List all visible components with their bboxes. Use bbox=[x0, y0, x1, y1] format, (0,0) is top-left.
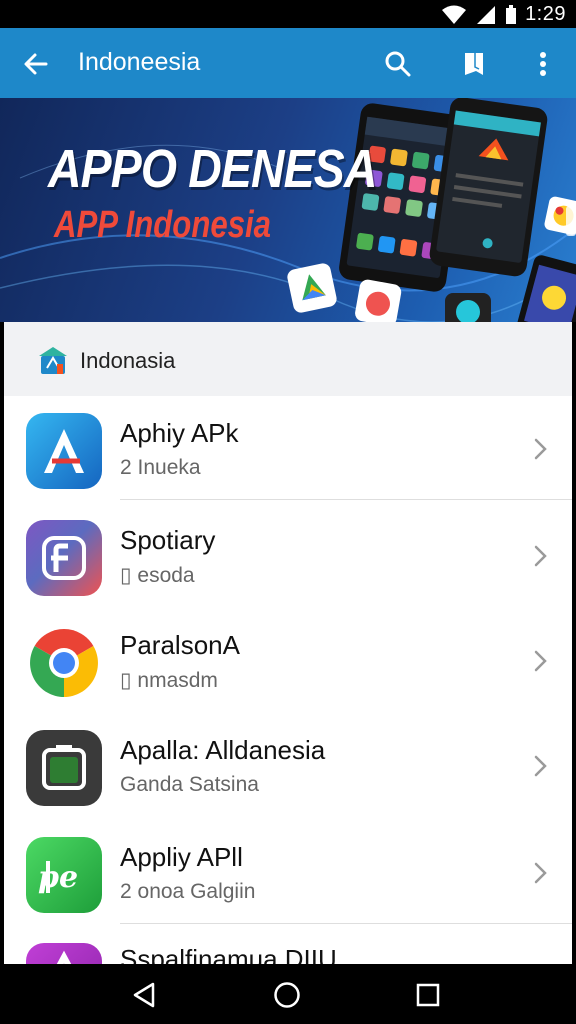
f-letter-icon bbox=[26, 520, 102, 596]
signal-icon bbox=[477, 5, 496, 24]
promo-banner[interactable]: APPO DENESA APP Indonesia bbox=[0, 98, 576, 322]
back-arrow-icon bbox=[24, 53, 48, 75]
page-title: Indoneesia bbox=[78, 48, 201, 76]
status-bar: 1:29 bbox=[0, 0, 576, 28]
chevron-right-icon bbox=[534, 862, 547, 884]
app-name: Spotiary bbox=[120, 525, 216, 555]
app-bar: Indoneesia bbox=[0, 28, 576, 98]
bookmark-button[interactable] bbox=[454, 44, 494, 84]
app-name: Aphiy APk bbox=[120, 418, 239, 448]
list-item[interactable]: Apalla: Alldanesia Ganda Satsina bbox=[4, 713, 572, 817]
list-item[interactable]: Spotiary ▯ esoda bbox=[4, 503, 572, 607]
wifi-icon bbox=[442, 5, 467, 24]
search-icon bbox=[385, 51, 411, 77]
battery-icon bbox=[506, 4, 517, 24]
back-button[interactable] bbox=[16, 44, 56, 84]
bookmark-icon bbox=[465, 53, 483, 75]
list-item[interactable]: pe Appliy APll 2 onoa Galgiin bbox=[4, 820, 572, 924]
circle-home-icon bbox=[274, 982, 300, 1008]
chevron-right-icon bbox=[534, 545, 547, 567]
app-name: Sspalfinamua DIIU bbox=[120, 944, 337, 964]
camera-square-icon bbox=[26, 730, 102, 806]
nav-home-button[interactable] bbox=[269, 978, 305, 1012]
divider bbox=[120, 923, 572, 924]
app-name: Appliy APll bbox=[120, 842, 243, 872]
nav-recents-button[interactable] bbox=[410, 978, 446, 1012]
app-subtitle: Ganda Satsina bbox=[120, 773, 259, 796]
app-subtitle: 2 Inueka bbox=[120, 456, 201, 479]
purple-a-icon bbox=[26, 943, 102, 964]
app-list: Aphiy APk 2 Inueka Spotiary ▯ esoda Para… bbox=[4, 396, 572, 964]
phe-icon: pe bbox=[26, 837, 102, 913]
search-button[interactable] bbox=[378, 44, 418, 84]
list-item[interactable]: ParalsonA ▯ nmasdm bbox=[4, 608, 572, 712]
divider bbox=[120, 499, 572, 500]
chevron-right-icon bbox=[534, 650, 547, 672]
app-name: Apalla: Alldanesia bbox=[120, 735, 326, 765]
list-item[interactable]: Aphiy APk 2 Inueka bbox=[4, 396, 572, 500]
section-header: Indonasia bbox=[4, 322, 572, 396]
app-subtitle: ▯ esoda bbox=[120, 564, 195, 587]
a-letter-icon bbox=[26, 413, 102, 489]
chevron-right-icon bbox=[534, 755, 547, 777]
triangle-back-icon bbox=[133, 982, 155, 1008]
navigation-bar bbox=[0, 964, 576, 1024]
list-item[interactable]: Sspalfinamua DIIU bbox=[4, 926, 572, 964]
svg-text:pe: pe bbox=[38, 860, 78, 895]
app-name: ParalsonA bbox=[120, 630, 240, 660]
more-vert-icon bbox=[540, 52, 546, 76]
app-subtitle: 2 onoa Galgiin bbox=[120, 880, 256, 903]
status-time: 1:29 bbox=[525, 3, 566, 25]
banner-title: APPO DENESA bbox=[48, 139, 377, 199]
square-recents-icon bbox=[416, 983, 440, 1007]
chevron-right-icon bbox=[534, 438, 547, 460]
more-options-button[interactable] bbox=[523, 44, 563, 84]
nav-back-button[interactable] bbox=[126, 978, 162, 1012]
section-label: Indonasia bbox=[80, 348, 176, 373]
banner-subtitle: APP Indonesia bbox=[54, 204, 272, 246]
store-icon bbox=[36, 344, 70, 383]
app-subtitle: ▯ nmasdm bbox=[120, 669, 218, 692]
status-icons: 1:29 bbox=[441, 3, 566, 26]
chrome-like-icon bbox=[26, 625, 102, 701]
